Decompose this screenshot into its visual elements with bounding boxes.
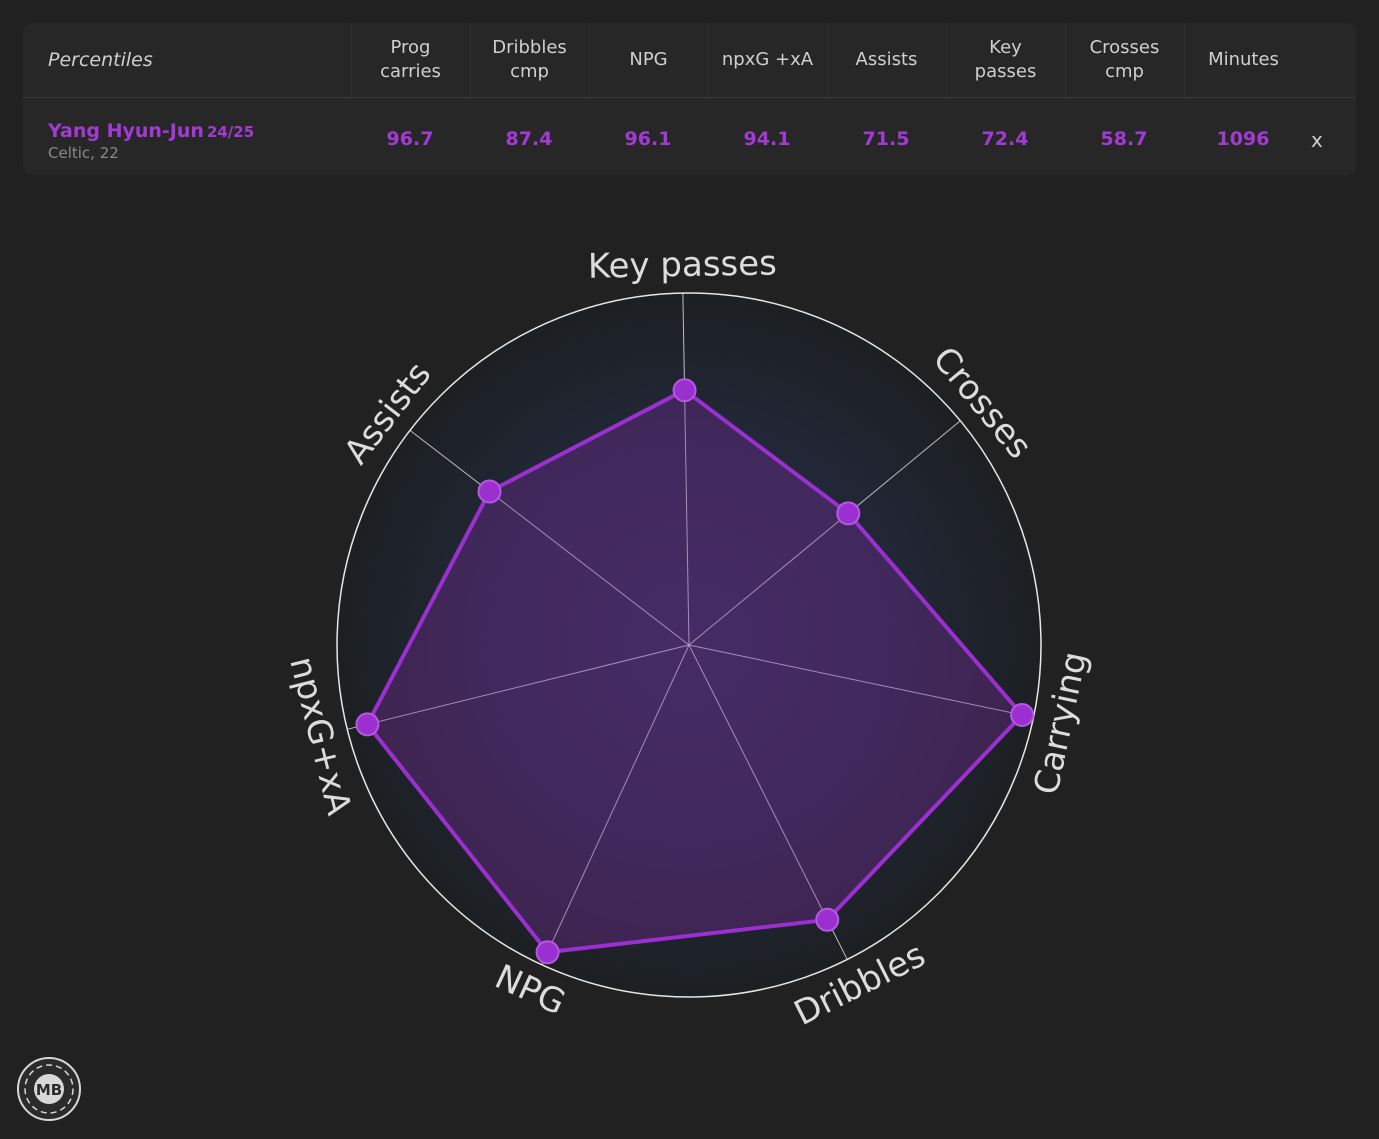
radar-chart: Key passesCrossesCarryingDribblesNPGnpxG… — [281, 243, 1095, 1034]
radar-data-point — [1010, 702, 1035, 727]
logo-text: MB — [36, 1081, 62, 1099]
radar-axis-label: Key passes — [588, 243, 778, 286]
radar-data-point — [672, 378, 697, 403]
radar-data-point — [836, 501, 861, 526]
radar-data-point — [815, 907, 840, 932]
radar-data-point — [355, 712, 380, 737]
radar-data-point — [535, 940, 560, 965]
radar-data-point — [477, 479, 502, 504]
mb-logo: MB — [17, 1057, 81, 1121]
